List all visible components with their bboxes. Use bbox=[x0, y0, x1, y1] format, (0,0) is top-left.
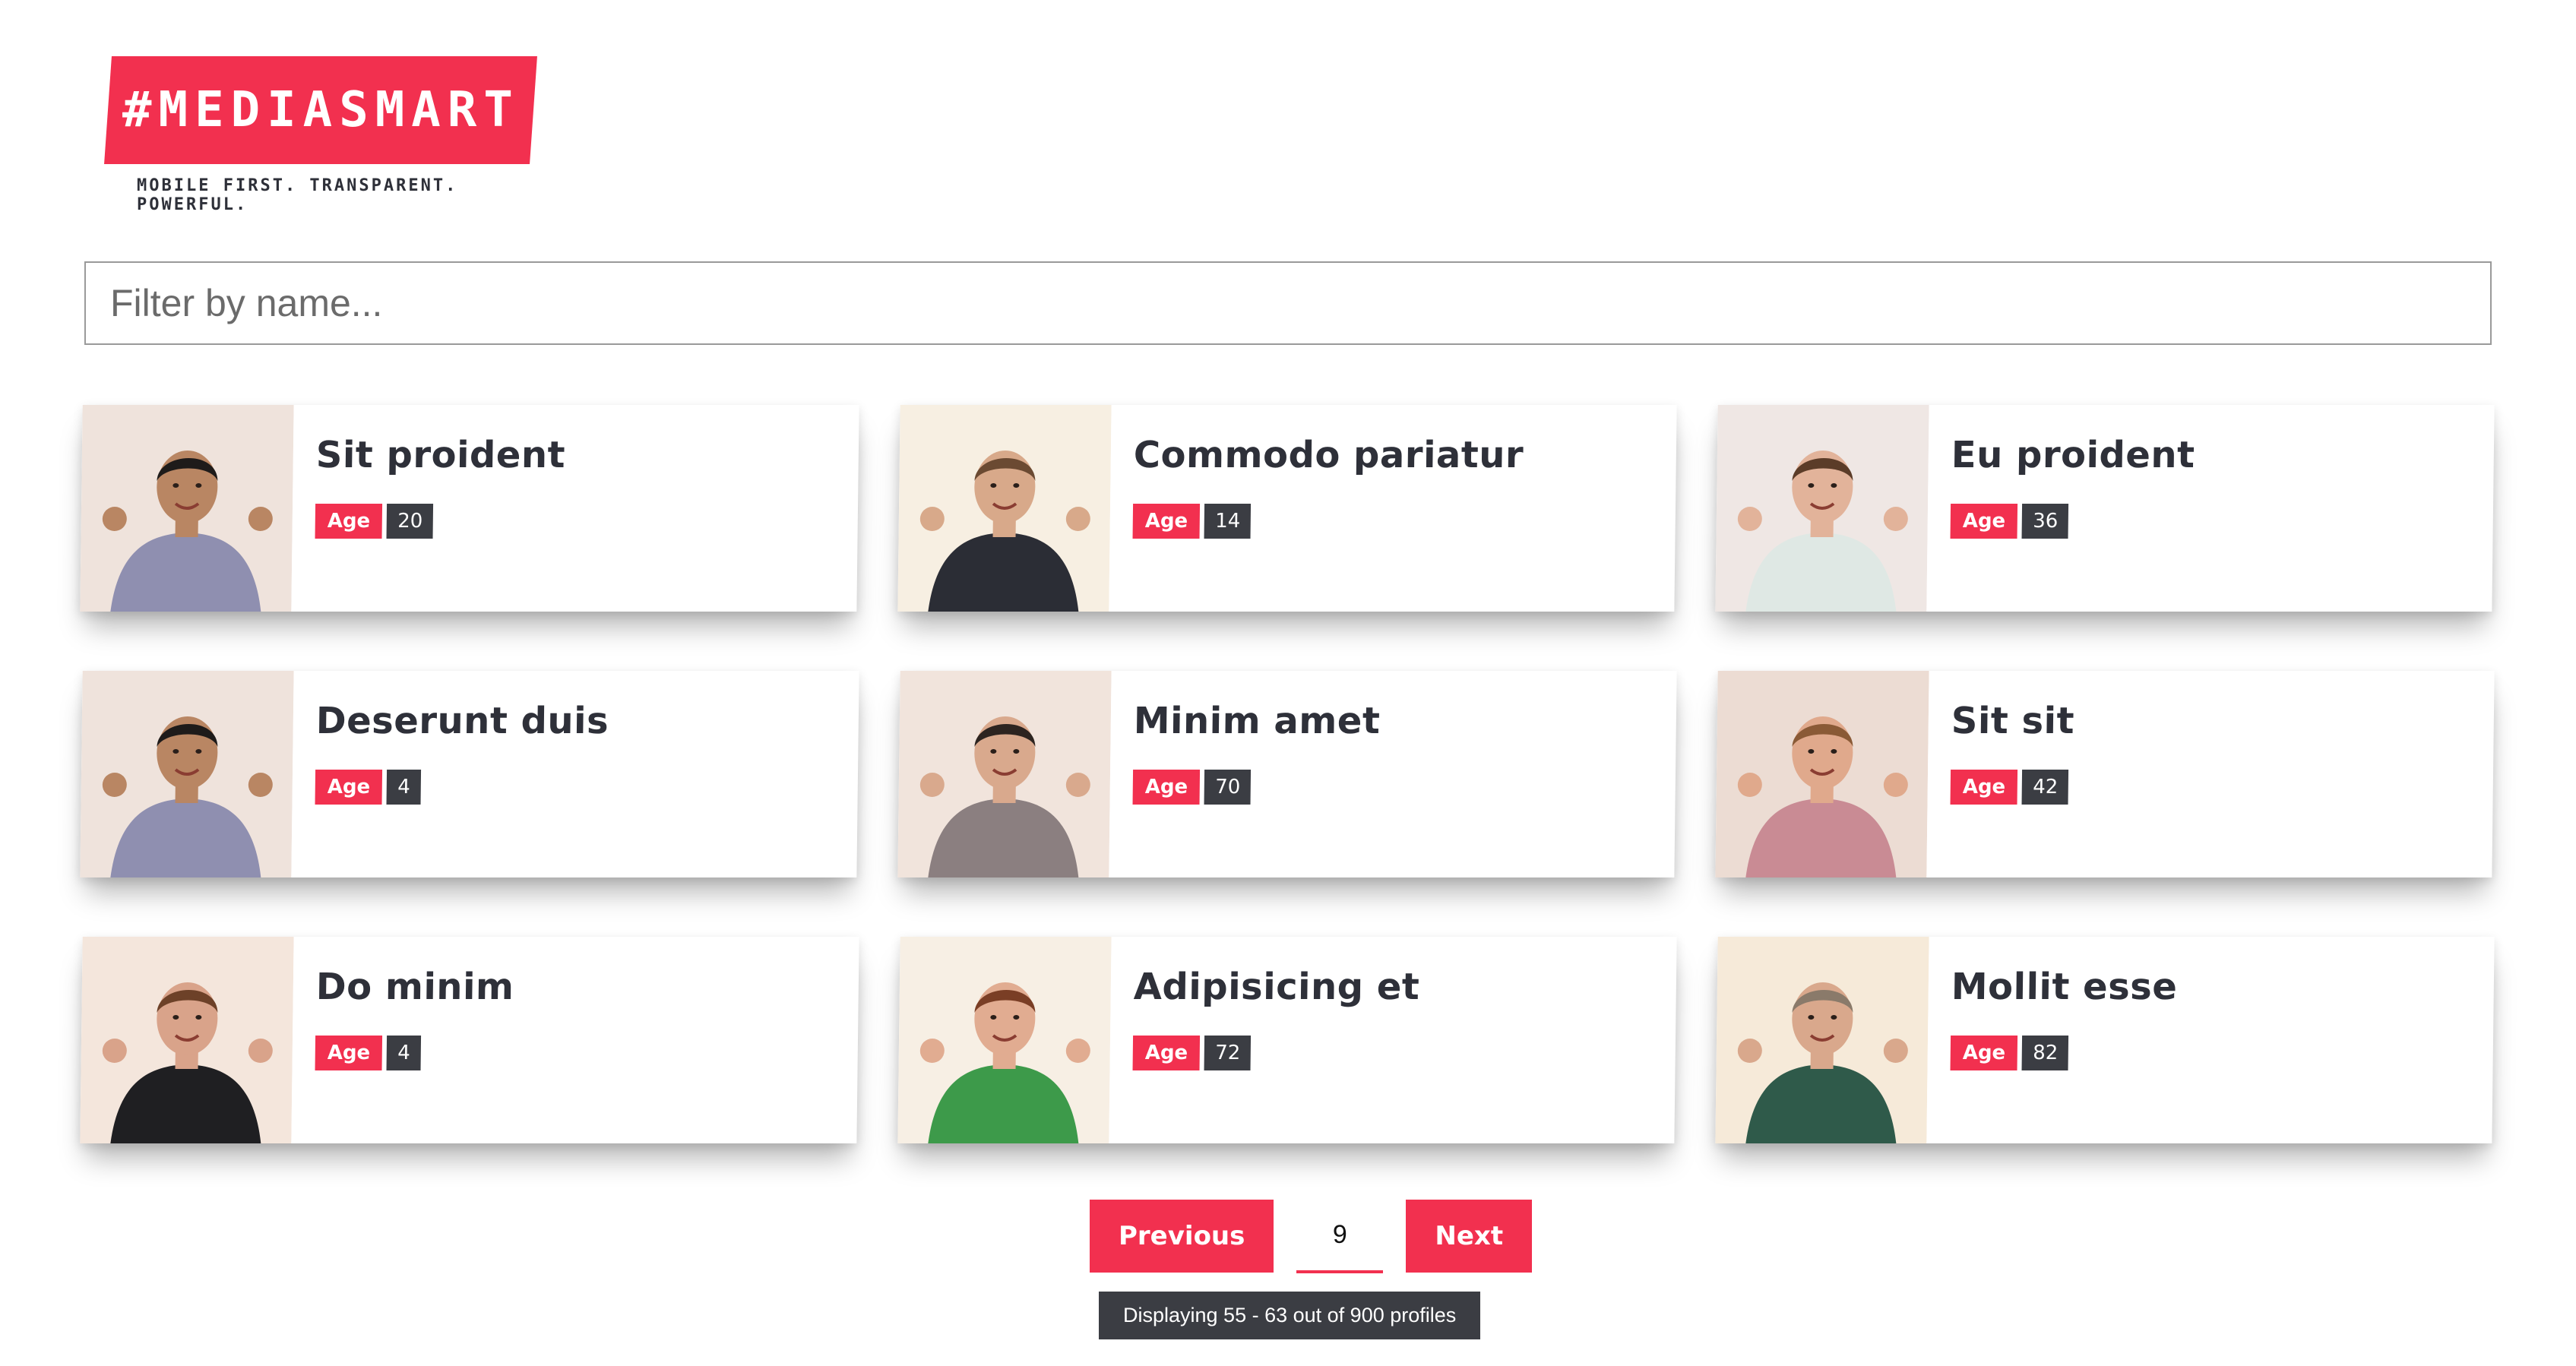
profile-card-body: Deserunt duis Age 4 bbox=[291, 671, 609, 877]
profile-card[interactable]: Sit sit Age 42 bbox=[1715, 671, 2495, 877]
profile-name: Adipisicing et bbox=[1133, 966, 1420, 1008]
brand-logo: #MEDIASMART MOBILE FIRST. TRANSPARENT. P… bbox=[104, 56, 537, 214]
profile-card-body: Adipisicing et Age 72 bbox=[1109, 937, 1420, 1143]
profile-card[interactable]: Do minim Age 4 bbox=[80, 937, 859, 1143]
age-value: 82 bbox=[2021, 1036, 2069, 1070]
profile-name: Do minim bbox=[315, 966, 514, 1008]
profile-card[interactable]: Adipisicing et Age 72 bbox=[897, 937, 1677, 1143]
profile-grid: Sit proident Age 20 Commodo pariatur Age… bbox=[80, 405, 2498, 1143]
age-label: Age bbox=[1950, 504, 2018, 539]
profile-name: Mollit esse bbox=[1951, 966, 2178, 1008]
age-label: Age bbox=[1132, 504, 1201, 539]
age-value: 36 bbox=[2021, 504, 2069, 539]
person-photo-illustration bbox=[1715, 405, 1929, 612]
profile-photo bbox=[897, 671, 1112, 877]
age-badge: Age 82 bbox=[1950, 1036, 2177, 1070]
person-photo-illustration bbox=[897, 671, 1112, 877]
age-badge: Age 42 bbox=[1950, 770, 2074, 805]
profile-card-body: Eu proident Age 36 bbox=[1926, 405, 2195, 612]
profile-card[interactable]: Sit proident Age 20 bbox=[80, 405, 859, 612]
profile-card[interactable]: Commodo pariatur Age 14 bbox=[897, 405, 1677, 612]
page-number-input[interactable] bbox=[1296, 1199, 1384, 1273]
age-value: 14 bbox=[1204, 504, 1252, 539]
profile-photo bbox=[897, 937, 1112, 1143]
age-label: Age bbox=[315, 504, 383, 539]
age-value: 42 bbox=[2021, 770, 2069, 805]
person-photo-illustration bbox=[1715, 937, 1929, 1143]
profile-card[interactable]: Deserunt duis Age 4 bbox=[80, 671, 859, 877]
profile-photo bbox=[80, 405, 294, 612]
age-badge: Age 70 bbox=[1132, 770, 1380, 805]
age-badge: Age 72 bbox=[1132, 1036, 1419, 1070]
logo-text: #MEDIASMART bbox=[122, 82, 520, 138]
profile-card-body: Commodo pariatur Age 14 bbox=[1109, 405, 1524, 612]
person-photo-illustration bbox=[80, 937, 294, 1143]
previous-button[interactable]: Previous bbox=[1090, 1200, 1274, 1273]
profile-card-body: Mollit esse Age 82 bbox=[1926, 937, 2178, 1143]
age-value: 20 bbox=[386, 504, 434, 539]
age-badge: Age 36 bbox=[1950, 504, 2195, 539]
age-label: Age bbox=[315, 770, 383, 805]
profile-name: Sit proident bbox=[315, 434, 566, 476]
age-value: 72 bbox=[1204, 1036, 1252, 1070]
person-photo-illustration bbox=[897, 405, 1112, 612]
age-value: 70 bbox=[1204, 770, 1252, 805]
profile-photo bbox=[1715, 937, 1929, 1143]
age-label: Age bbox=[1950, 1036, 2018, 1070]
profile-card[interactable]: Eu proident Age 36 bbox=[1715, 405, 2495, 612]
logo-plate: #MEDIASMART bbox=[104, 56, 537, 164]
profile-name: Sit sit bbox=[1951, 700, 2075, 742]
results-status: Displaying 55 - 63 out of 900 profiles bbox=[1099, 1292, 1481, 1339]
profile-photo bbox=[1715, 671, 1929, 877]
age-label: Age bbox=[1950, 770, 2018, 805]
age-badge: Age 4 bbox=[315, 1036, 514, 1070]
person-photo-illustration bbox=[80, 405, 294, 612]
age-label: Age bbox=[1132, 770, 1201, 805]
person-photo-illustration bbox=[80, 671, 294, 877]
profile-name: Commodo pariatur bbox=[1133, 434, 1524, 476]
profile-card[interactable]: Minim amet Age 70 bbox=[897, 671, 1677, 877]
logo-tagline: MOBILE FIRST. TRANSPARENT. POWERFUL. bbox=[137, 176, 458, 214]
age-badge: Age 14 bbox=[1132, 504, 1524, 539]
age-badge: Age 20 bbox=[315, 504, 565, 539]
profile-name: Minim amet bbox=[1133, 700, 1381, 742]
filter-by-name-input[interactable] bbox=[84, 261, 2492, 345]
age-label: Age bbox=[315, 1036, 383, 1070]
profile-name: Eu proident bbox=[1951, 434, 2195, 476]
profile-card-body: Do minim Age 4 bbox=[291, 937, 514, 1143]
profile-name: Deserunt duis bbox=[315, 700, 609, 742]
age-value: 4 bbox=[386, 770, 421, 805]
person-photo-illustration bbox=[1715, 671, 1929, 877]
profile-card-body: Sit proident Age 20 bbox=[291, 405, 565, 612]
profile-photo bbox=[80, 671, 294, 877]
profile-card-body: Minim amet Age 70 bbox=[1109, 671, 1381, 877]
person-photo-illustration bbox=[897, 937, 1112, 1143]
profile-photo bbox=[80, 937, 294, 1143]
profile-photo bbox=[897, 405, 1112, 612]
profile-card-body: Sit sit Age 42 bbox=[1926, 671, 2074, 877]
pagination: Previous Next bbox=[1090, 1199, 1533, 1273]
next-button[interactable]: Next bbox=[1406, 1200, 1533, 1273]
profile-card[interactable]: Mollit esse Age 82 bbox=[1715, 937, 2495, 1143]
age-label: Age bbox=[1132, 1036, 1201, 1070]
age-badge: Age 4 bbox=[315, 770, 609, 805]
age-value: 4 bbox=[386, 1036, 421, 1070]
profile-photo bbox=[1715, 405, 1929, 612]
